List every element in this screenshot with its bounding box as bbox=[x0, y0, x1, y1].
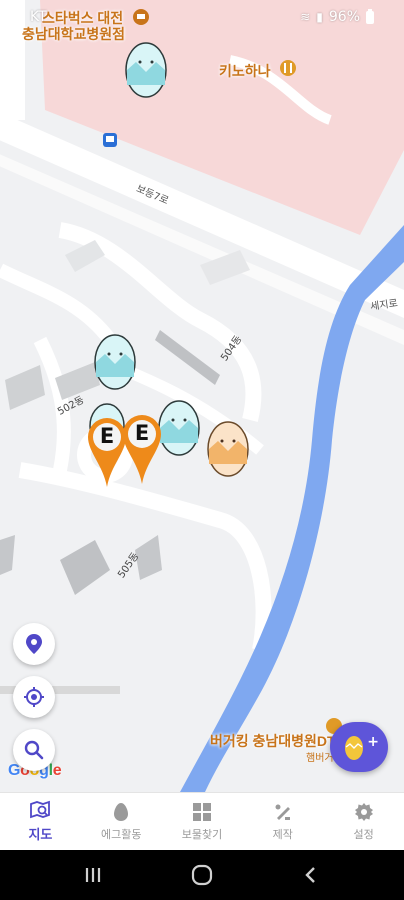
gear-icon bbox=[354, 802, 373, 821]
marker-letter-1[interactable]: E bbox=[98, 424, 116, 448]
nav-item-settings[interactable]: 설정 bbox=[323, 793, 404, 850]
egg-cyan-3 bbox=[158, 400, 200, 456]
map-search-icon bbox=[30, 800, 51, 819]
building-shape bbox=[60, 540, 110, 595]
plus-icon: + bbox=[367, 734, 379, 750]
back-icon[interactable] bbox=[302, 866, 320, 884]
egg-cyan-2 bbox=[94, 334, 136, 390]
egg-orange bbox=[207, 421, 249, 477]
map-view[interactable]: E E 스타벅스 대전 충남대학교병원점 키노하나 버거킹 충남대병원DT 햄버… bbox=[0, 0, 404, 792]
golden-egg-icon bbox=[345, 736, 363, 760]
crosshair-icon bbox=[24, 687, 44, 707]
nav-item-treasure[interactable]: 보물찾기 bbox=[162, 793, 243, 850]
bottom-nav: 지도 에그활동 보물찾기 제작 설정 bbox=[0, 792, 404, 850]
map-pin-icon bbox=[26, 634, 42, 654]
brush-icon bbox=[275, 804, 290, 820]
battery-icon bbox=[366, 8, 374, 24]
search-button[interactable] bbox=[13, 729, 55, 771]
marker-letter-2[interactable]: E bbox=[133, 421, 151, 445]
place-label-burger[interactable]: 버거킹 충남대병원DT bbox=[210, 731, 336, 751]
building-shape bbox=[0, 535, 15, 575]
nav-label-settings: 설정 bbox=[353, 827, 374, 841]
signal-icon: ▮ bbox=[316, 10, 323, 24]
building-shape bbox=[155, 330, 220, 385]
search-icon bbox=[24, 740, 44, 760]
my-location-button[interactable] bbox=[13, 676, 55, 718]
nav-label-create: 제작 bbox=[272, 827, 293, 841]
home-icon[interactable] bbox=[191, 864, 213, 886]
grid-icon bbox=[192, 802, 211, 821]
egg-cyan-1 bbox=[125, 42, 167, 98]
system-nav-bar bbox=[0, 850, 404, 900]
egg-icon bbox=[114, 802, 129, 821]
nav-label-treasure: 보물찾기 bbox=[181, 827, 223, 841]
app-screen: E E 스타벅스 대전 충남대학교병원점 키노하나 버거킹 충남대병원DT 햄버… bbox=[0, 0, 404, 900]
status-bar: KT ≋ ▮ 96% bbox=[0, 0, 404, 34]
nav-item-egg-activity[interactable]: 에그활동 bbox=[81, 793, 162, 850]
building-shape bbox=[5, 365, 45, 410]
place-label-restaurant[interactable]: 키노하나 bbox=[219, 61, 271, 81]
map-canvas bbox=[0, 0, 404, 792]
nav-label-egg-activity: 에그활동 bbox=[100, 827, 142, 841]
recent-apps-icon[interactable] bbox=[84, 866, 102, 884]
nav-label-map: 지도 bbox=[28, 828, 53, 843]
nav-item-map[interactable]: 지도 bbox=[0, 793, 81, 850]
add-egg-button[interactable]: + bbox=[330, 722, 388, 772]
battery-level: 96% bbox=[328, 9, 360, 25]
place-pin-button[interactable] bbox=[13, 623, 55, 665]
carrier: KT bbox=[30, 9, 47, 25]
wifi-icon: ≋ bbox=[300, 10, 311, 24]
nav-item-create[interactable]: 제작 bbox=[242, 793, 323, 850]
restaurant-icon bbox=[280, 60, 296, 76]
